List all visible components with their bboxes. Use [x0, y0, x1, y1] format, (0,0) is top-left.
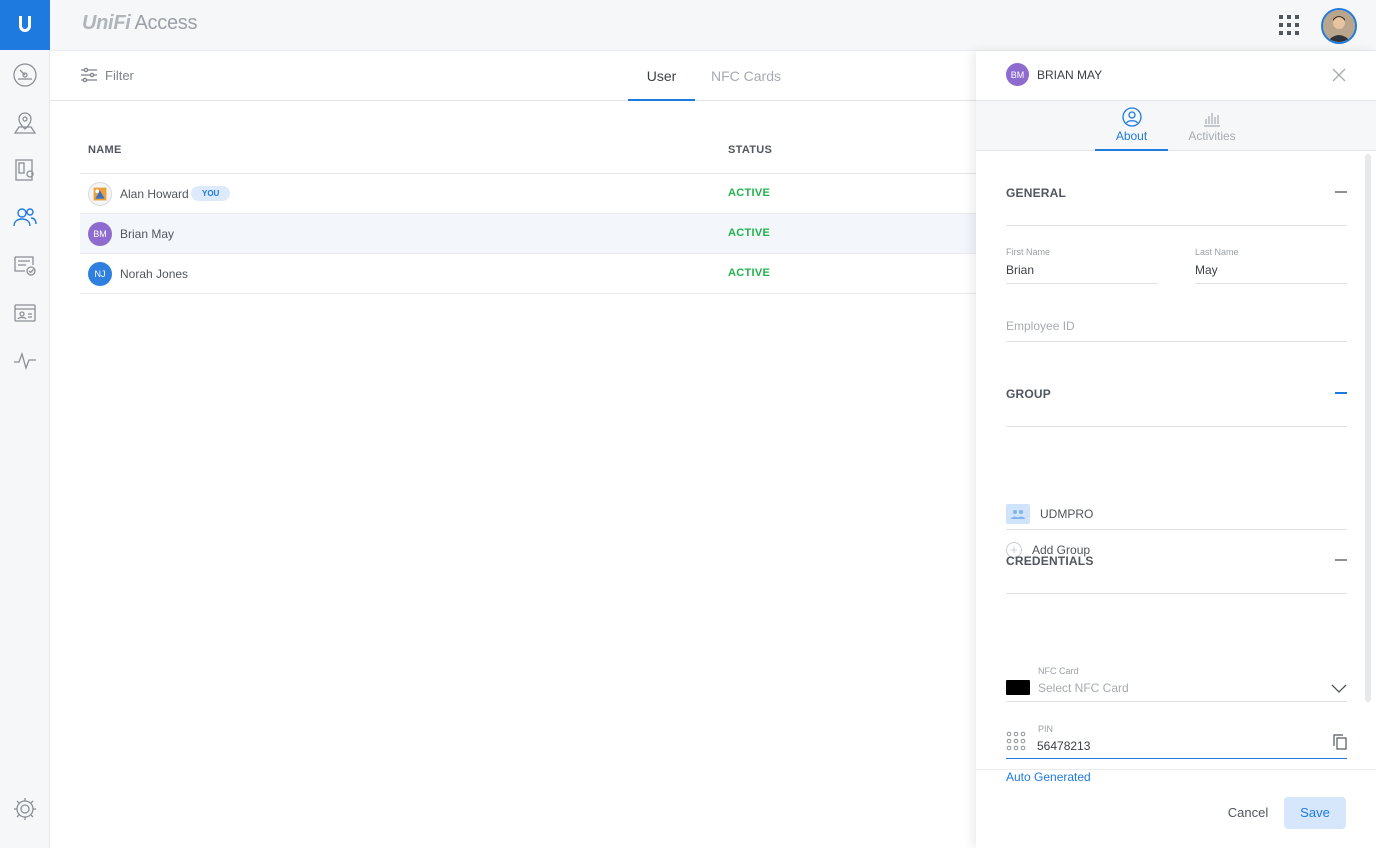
tab-about[interactable]: About — [1095, 101, 1168, 151]
cancel-button[interactable]: Cancel — [1220, 797, 1276, 829]
avatar: NJ — [88, 262, 112, 286]
you-badge: YOU — [191, 186, 231, 201]
pin-field[interactable]: 56478213 — [1037, 739, 1090, 753]
collapse-credentials-icon[interactable] — [1335, 559, 1347, 561]
user-name: Alan Howard — [120, 187, 189, 201]
divider — [1006, 225, 1347, 226]
dashboard-icon[interactable] — [12, 62, 38, 88]
section-title-group: GROUP — [1006, 387, 1052, 401]
first-name-underline — [1006, 283, 1158, 284]
nfc-card-select[interactable]: Select NFC Card — [1038, 681, 1129, 695]
drawer-title: BRIAN MAY — [1037, 68, 1103, 82]
group-icon — [1006, 504, 1030, 524]
brand-product: Access — [134, 12, 198, 34]
column-header-status[interactable]: STATUS — [728, 144, 772, 156]
drawer-body: GENERAL First Name Brian Last Name May E… — [1006, 151, 1347, 784]
collapse-group-icon[interactable] — [1335, 392, 1347, 394]
app-brand[interactable]: UniFi Access — [82, 12, 197, 35]
doors-icon[interactable] — [12, 157, 38, 183]
filter-label: Filter — [105, 67, 134, 83]
first-name-label: First Name — [1006, 247, 1051, 257]
filter-icon — [81, 67, 97, 83]
tab-activities-label: Activities — [1188, 129, 1236, 143]
users-icon[interactable] — [12, 204, 38, 230]
nfc-card-underline — [1006, 701, 1347, 702]
users-table: NAME STATUS Alan Howard YOU ACTIVE BM Br… — [80, 130, 976, 294]
copy-icon[interactable] — [1333, 734, 1347, 750]
avatar: BM — [1006, 63, 1029, 86]
group-name[interactable]: UDMPRO — [1040, 507, 1093, 521]
drawer-header: BM BRIAN MAY — [976, 51, 1376, 101]
first-name-field[interactable]: Brian — [1006, 263, 1034, 277]
section-title-credentials: CREDENTIALS — [1006, 554, 1094, 568]
column-header-name[interactable]: NAME — [88, 144, 122, 156]
pin-underline — [1006, 758, 1347, 759]
table-row[interactable]: Alan Howard YOU ACTIVE — [80, 174, 976, 214]
access-policy-icon[interactable] — [12, 252, 38, 278]
tab-about-label: About — [1115, 129, 1148, 143]
last-name-label: Last Name — [1195, 247, 1239, 257]
user-name: Brian May — [120, 227, 175, 241]
brand-unifi: UniFi — [82, 12, 131, 34]
activity-icon[interactable] — [12, 348, 38, 374]
map-icon[interactable] — [12, 110, 38, 136]
table-header: NAME STATUS — [80, 130, 976, 174]
group-underline — [1006, 529, 1347, 530]
filter-button[interactable]: Filter — [80, 66, 134, 84]
divider — [1006, 593, 1347, 594]
collapse-general-icon[interactable] — [1335, 191, 1347, 193]
chevron-down-icon[interactable] — [1331, 680, 1347, 696]
tab-nfc-cards[interactable]: NFC Cards — [710, 51, 782, 101]
bar-chart-icon — [1204, 113, 1220, 127]
save-button[interactable]: Save — [1284, 797, 1346, 829]
section-title-general: GENERAL — [1006, 186, 1067, 200]
last-name-field[interactable]: May — [1195, 263, 1218, 277]
gear-icon[interactable] — [12, 796, 38, 822]
table-row[interactable]: NJ Norah Jones ACTIVE — [80, 254, 976, 294]
avatar: BM — [88, 222, 112, 246]
id-card-icon[interactable] — [12, 300, 38, 326]
nfc-card-label: NFC Card — [1038, 666, 1079, 676]
nfc-card-icon — [1006, 680, 1030, 695]
toolbar: Filter User NFC Cards — [50, 51, 976, 101]
user-detail-drawer: BM BRIAN MAY About Activities GENERAL Fi… — [976, 51, 1376, 848]
keypad-icon — [1006, 731, 1026, 751]
status-badge: ACTIVE — [728, 267, 771, 279]
avatar — [88, 182, 112, 206]
tab-user[interactable]: User — [628, 51, 695, 101]
app-grid-icon[interactable] — [1278, 14, 1300, 36]
divider — [1006, 426, 1347, 427]
last-name-underline — [1195, 283, 1347, 284]
drawer-footer: Cancel Save — [976, 769, 1376, 848]
drawer-tabs: About Activities — [976, 101, 1376, 151]
tab-activities[interactable]: Activities — [1174, 101, 1250, 151]
sidebar — [0, 0, 50, 848]
status-badge: ACTIVE — [728, 187, 771, 199]
user-avatar[interactable] — [1321, 8, 1357, 44]
close-icon[interactable] — [1332, 68, 1346, 82]
drawer-scrollbar[interactable] — [1365, 154, 1371, 702]
employee-id-underline — [1006, 341, 1347, 342]
table-row[interactable]: BM Brian May ACTIVE — [80, 214, 976, 254]
employee-id-field[interactable]: Employee ID — [1006, 319, 1075, 333]
user-circle-icon — [1121, 107, 1142, 127]
user-name: Norah Jones — [120, 267, 189, 281]
ubiquiti-logo-icon[interactable] — [0, 0, 50, 50]
status-badge: ACTIVE — [728, 227, 771, 239]
pin-label: PIN — [1038, 724, 1054, 734]
top-bar: UniFi Access — [50, 0, 1376, 51]
